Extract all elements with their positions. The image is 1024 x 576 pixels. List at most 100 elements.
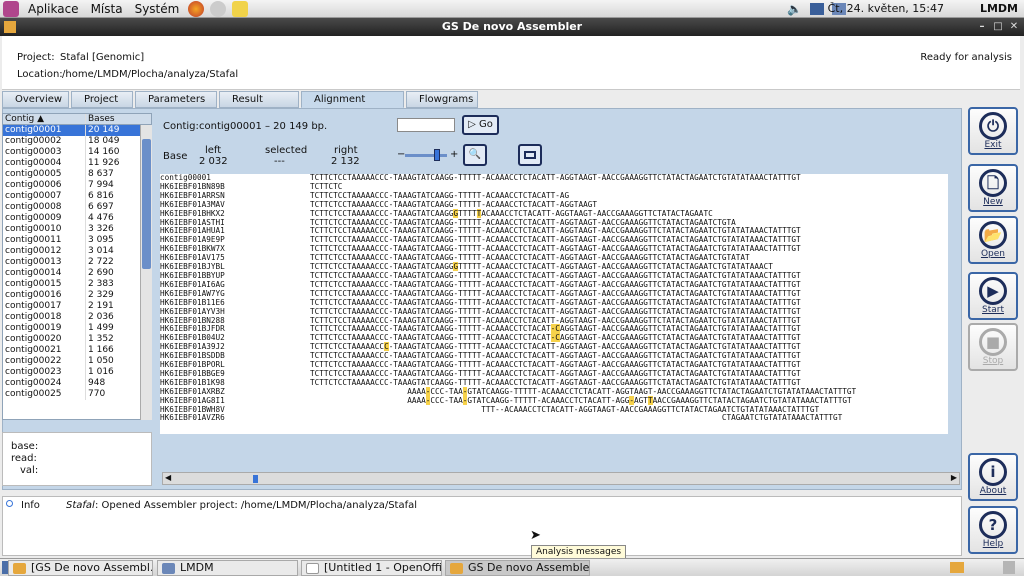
app-icon[interactable] bbox=[4, 21, 16, 33]
read-name: HK6IEBF01BHKX2 bbox=[160, 209, 225, 218]
contig-name: contig00012 bbox=[5, 246, 62, 256]
menu-aplikace[interactable]: Aplikace bbox=[22, 0, 85, 18]
column-header-contig[interactable]: Contig ▲ bbox=[3, 114, 85, 124]
contig-name: contig00002 bbox=[5, 136, 62, 146]
gnome-foot-icon[interactable] bbox=[3, 0, 19, 17]
menu-mista[interactable]: Místa bbox=[85, 0, 129, 18]
contig-rows: contig00001 20 149 contig00002 18 049 contig… bbox=[3, 125, 151, 400]
zoom-slider[interactable] bbox=[405, 149, 447, 161]
contig-name: contig00006 bbox=[5, 180, 62, 190]
alignment-view[interactable]: contig00001 TCTTCTCCTAAAAACCC-TAAAGTATCAA… bbox=[160, 174, 948, 434]
mail-icon[interactable] bbox=[210, 0, 227, 17]
scroll-right-icon[interactable]: ▶ bbox=[951, 473, 957, 482]
table-row[interactable]: contig00005 8 637 bbox=[3, 169, 151, 180]
trash-icon[interactable] bbox=[1003, 561, 1015, 574]
tab-flowgrams[interactable]: Flowgrams bbox=[406, 91, 478, 108]
table-row[interactable]: contig00021 1 166 bbox=[3, 345, 151, 356]
zoom-plus[interactable]: + bbox=[450, 149, 458, 160]
taskbar-item-gs-assembler-1[interactable]: [GS De novo Assembl... bbox=[8, 560, 153, 576]
read-name: HK6IEBF01AHUA1 bbox=[160, 227, 225, 236]
location-label: Location: bbox=[17, 69, 63, 80]
exit-button[interactable]: ⏻ Exit bbox=[968, 107, 1018, 155]
hscroll-thumb[interactable] bbox=[253, 475, 258, 483]
taskbar-item-lmdm[interactable]: LMDM bbox=[157, 560, 298, 576]
table-row[interactable]: contig00015 2 383 bbox=[3, 279, 151, 290]
help-button[interactable]: ? Help bbox=[968, 506, 1018, 554]
tab-parameters[interactable]: Parameters bbox=[135, 91, 217, 108]
table-row[interactable]: contig00014 2 690 bbox=[3, 268, 151, 279]
network-icon[interactable] bbox=[810, 3, 824, 15]
table-row[interactable]: contig00004 11 926 bbox=[3, 158, 151, 169]
button-label: About bbox=[979, 486, 1007, 496]
table-row[interactable]: contig00012 3 014 bbox=[3, 246, 151, 257]
table-row[interactable]: contig00010 3 326 bbox=[3, 224, 151, 235]
table-row[interactable]: contig00016 2 329 bbox=[3, 290, 151, 301]
volume-icon[interactable]: 🔈 bbox=[787, 2, 802, 16]
window-titlebar[interactable]: GS De novo Assembler – □ ✕ bbox=[0, 18, 1024, 36]
zoom-fit-button[interactable]: 🔍 bbox=[463, 144, 487, 166]
alignment-row[interactable]: HK6IEBF01AVZR6 CTAGAATCTGTATATAAACTATTTG… bbox=[160, 414, 948, 423]
contig-bases: 3 014 bbox=[85, 246, 137, 257]
position-input[interactable] bbox=[397, 118, 455, 132]
contig-name: contig00001 bbox=[5, 125, 62, 135]
contig-bases: 1 499 bbox=[85, 323, 137, 334]
button-label: Open bbox=[980, 249, 1006, 259]
snapshot-button[interactable] bbox=[518, 144, 542, 166]
go-button[interactable]: ▷ Go bbox=[462, 115, 499, 135]
message-text: : Opened Assembler project: /home/LMDM/P… bbox=[95, 500, 418, 511]
contig-scrollbar[interactable] bbox=[140, 125, 152, 420]
tab-overview[interactable]: Overview bbox=[2, 91, 69, 108]
table-row[interactable]: contig00011 3 095 bbox=[3, 235, 151, 246]
contig-table[interactable]: Contig ▲ Bases contig00001 20 149 contig00… bbox=[2, 113, 152, 420]
table-row[interactable]: contig00017 2 191 bbox=[3, 301, 151, 312]
table-row[interactable]: contig00007 6 816 bbox=[3, 191, 151, 202]
taskbar-item-openoffice[interactable]: [Untitled 1 - OpenOffi... bbox=[301, 560, 442, 576]
start-button[interactable]: ▶ Start bbox=[968, 272, 1018, 320]
maximize-icon[interactable]: □ bbox=[992, 21, 1004, 33]
table-row[interactable]: contig00022 1 050 bbox=[3, 356, 151, 367]
tab-alignment-results[interactable]: Alignment results bbox=[301, 91, 404, 120]
contig-name: contig00015 bbox=[5, 279, 62, 289]
table-row[interactable]: contig00013 2 722 bbox=[3, 257, 151, 268]
magnifier-icon: 🔍 bbox=[468, 149, 482, 160]
table-row[interactable]: contig00001 20 149 bbox=[3, 125, 151, 136]
contig-name: contig00014 bbox=[5, 268, 62, 278]
table-row[interactable]: contig00003 14 160 bbox=[3, 147, 151, 158]
table-row[interactable]: contig00023 1 016 bbox=[3, 367, 151, 378]
notes-icon[interactable] bbox=[232, 0, 249, 17]
tab-project[interactable]: Project bbox=[71, 91, 133, 108]
column-header-bases[interactable]: Bases bbox=[85, 114, 137, 124]
alignment-hscrollbar[interactable]: ◀ ▶ bbox=[162, 472, 960, 485]
table-row[interactable]: contig00025 770 bbox=[3, 389, 151, 400]
zoom-slider-thumb[interactable] bbox=[433, 149, 440, 161]
taskbar-item-gs-assembler-2[interactable]: GS De novo Assembler bbox=[445, 560, 590, 576]
tray-app-icon[interactable] bbox=[950, 562, 964, 573]
table-row[interactable]: contig00019 1 499 bbox=[3, 323, 151, 334]
minimize-icon[interactable]: – bbox=[976, 21, 988, 33]
alignment-row[interactable]: contig00001 TCTTCTCCTAAAAACCC-TAAAGTATCAA… bbox=[160, 174, 948, 183]
clock[interactable]: Čt, 24. květen, 15:47 bbox=[828, 0, 944, 18]
project-header: Project: Stafal [Genomic] Location: /hom… bbox=[2, 36, 1020, 90]
read-name: HK6IEBF01B11E6 bbox=[160, 298, 225, 307]
firefox-icon[interactable] bbox=[188, 0, 205, 17]
table-row[interactable]: contig00018 2 036 bbox=[3, 312, 151, 323]
left-label: left bbox=[205, 145, 222, 156]
new-button[interactable]: 🗋 New bbox=[968, 164, 1018, 212]
menu-system[interactable]: Systém bbox=[129, 0, 186, 18]
table-row[interactable]: contig00008 6 697 bbox=[3, 202, 151, 213]
contig-bases: 2 722 bbox=[85, 257, 137, 268]
contig-bases: 8 637 bbox=[85, 169, 137, 180]
close-icon[interactable]: ✕ bbox=[1008, 21, 1020, 33]
read-name: contig00001 bbox=[160, 174, 211, 182]
read-name: HK6IEBF01BBGE9 bbox=[160, 369, 225, 378]
table-row[interactable]: contig00020 1 352 bbox=[3, 334, 151, 345]
scroll-left-icon[interactable]: ◀ bbox=[165, 473, 171, 482]
user-name[interactable]: LMDM bbox=[980, 0, 1018, 18]
tab-result-files[interactable]: Result files bbox=[219, 91, 299, 120]
table-row[interactable]: contig00009 4 476 bbox=[3, 213, 151, 224]
table-row[interactable]: contig00006 7 994 bbox=[3, 180, 151, 191]
table-row[interactable]: contig00024 948 bbox=[3, 378, 151, 389]
table-row[interactable]: contig00002 18 049 bbox=[3, 136, 151, 147]
about-button[interactable]: i About bbox=[968, 453, 1018, 501]
open-button[interactable]: 📂 Open bbox=[968, 216, 1018, 264]
